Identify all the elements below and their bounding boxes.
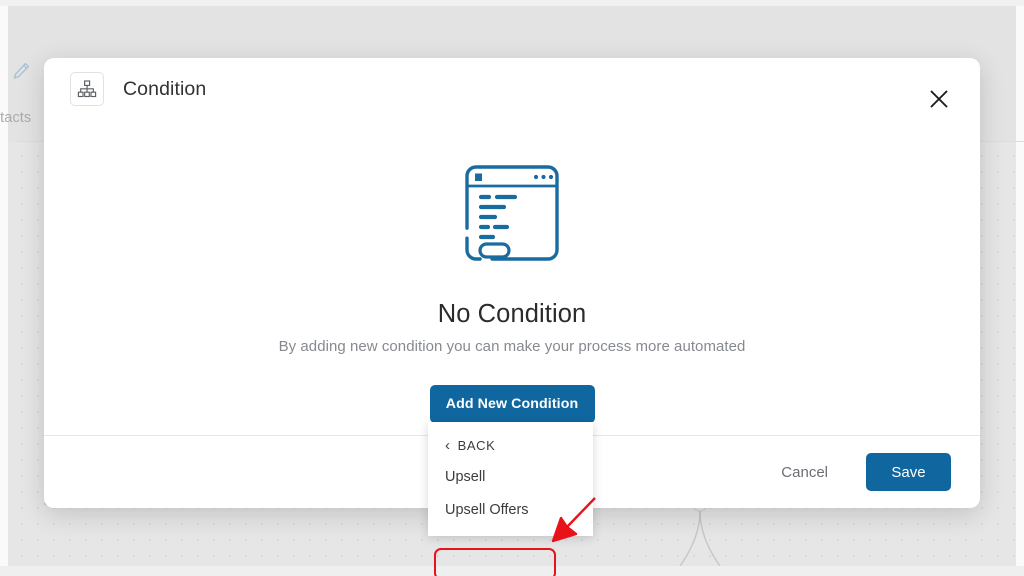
empty-state-title: No Condition — [437, 300, 587, 328]
dropdown-item-upsell-offers[interactable]: Upsell Offers — [428, 493, 593, 526]
cancel-button[interactable]: Cancel — [771, 456, 838, 489]
dropdown-back-item[interactable]: ‹ BACK — [428, 430, 593, 460]
application-root: ntacts — [0, 0, 1024, 576]
condition-dropdown-menu[interactable]: ‹ BACK Upsell Upsell Offers — [428, 422, 593, 536]
dropdown-item-upsell[interactable]: Upsell — [428, 460, 593, 493]
sitemap-icon — [70, 72, 104, 106]
chevron-left-icon: ‹ — [445, 436, 451, 454]
close-icon[interactable] — [922, 82, 956, 116]
save-button[interactable]: Save — [866, 453, 951, 491]
modal-body: No Condition By adding new condition you… — [44, 120, 980, 435]
modal-header: Condition — [44, 58, 980, 120]
dropdown-item-label: Upsell — [445, 468, 486, 485]
condition-modal: Condition No Condition By adding new con… — [44, 58, 980, 576]
dropdown-item-label: Upsell Offers — [445, 501, 529, 518]
add-new-condition-button[interactable]: Add New Condition — [429, 385, 595, 423]
browser-window-code-icon — [465, 165, 559, 261]
dropdown-back-label: BACK — [457, 437, 496, 453]
empty-state-subtitle: By adding new condition you can make you… — [278, 338, 746, 355]
page-title: Condition — [123, 77, 207, 100]
